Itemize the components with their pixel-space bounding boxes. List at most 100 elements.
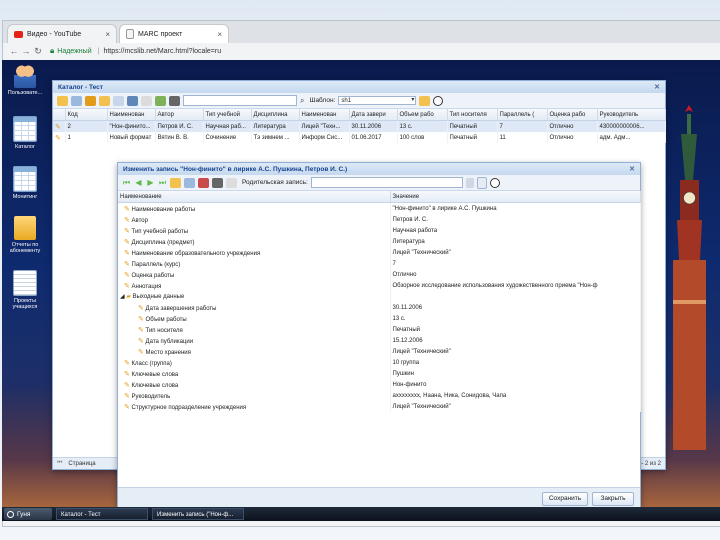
property-value[interactable]: 13 с.	[390, 313, 641, 324]
property-value[interactable]: Петров И. С.	[390, 214, 641, 225]
property-row[interactable]: ✎ Параллель (курс) 7	[118, 258, 641, 269]
forward-icon[interactable]: →	[20, 46, 32, 56]
clock-icon[interactable]	[489, 177, 500, 188]
property-value[interactable]: Лицей "Технический"	[390, 346, 641, 357]
desktop-icon-users[interactable]: Пользовате...	[6, 64, 44, 96]
property-row[interactable]: ✎ Дисциплина (предмет) Литература	[118, 236, 641, 247]
property-value[interactable]: Печатный	[390, 324, 641, 335]
property-value[interactable]: Отлично	[390, 269, 641, 280]
property-value[interactable]: Нон-финито	[390, 379, 641, 390]
property-row[interactable]: ✎ Тип учебной работы Научная работа	[118, 225, 641, 236]
delete-icon[interactable]	[198, 177, 209, 188]
copy-icon[interactable]	[99, 95, 110, 106]
column-header[interactable]: Дисциплина	[251, 109, 300, 121]
property-row[interactable]: ✎ Структурное подразделение учреждения Ли…	[118, 401, 641, 412]
property-row[interactable]: ✎ Автор Петров И. С.	[118, 214, 641, 225]
column-header[interactable]: Дата завери	[349, 109, 398, 121]
tab-youtube[interactable]: Видео - YouTube ×	[7, 24, 117, 43]
browse-icon[interactable]	[476, 176, 487, 189]
property-row[interactable]: ✎ Оценка работы Отлично	[118, 269, 641, 280]
property-value[interactable]: Лицей "Технический"	[390, 401, 641, 412]
save-button[interactable]: Сохранить	[542, 492, 588, 506]
table-row[interactable]: ✎ 2 "Нон-финито... Петров И. С. Научная …	[53, 120, 666, 132]
desktop-icon-catalog[interactable]: Каталог	[6, 116, 44, 150]
taskbar-item-edit[interactable]: Изменить запись ("Нон-ф...	[152, 508, 244, 520]
column-header[interactable]: Наименован	[299, 109, 350, 121]
property-value[interactable]: 7	[390, 258, 641, 269]
column-header[interactable]: Объем рабо	[397, 109, 448, 121]
property-row[interactable]: ✎ Наименование работы "Нон-финито" в лири…	[118, 202, 641, 214]
reload-icon[interactable]: ↻	[32, 46, 44, 57]
property-row[interactable]: ✎ Руководитель ахххххххх, Наана, Ника, Со…	[118, 390, 641, 401]
column-header[interactable]: Тип носителя	[447, 109, 498, 121]
property-row[interactable]: ✎ Ключевые слова Пушкин	[118, 368, 641, 379]
dialog-title-bar[interactable]: Изменить запись "Нон-финито" в лирике А.…	[118, 163, 640, 175]
property-group-row[interactable]: ◢ ▰ Выходные данные	[118, 291, 641, 302]
property-value[interactable]: 10 группа	[390, 357, 641, 368]
tab-marc[interactable]: MARC проект ×	[119, 24, 229, 43]
property-group[interactable]: ◢ ▰ Выходные данные	[118, 291, 391, 302]
parent-record-input[interactable]	[310, 177, 463, 188]
next-record-icon[interactable]: ▶	[146, 178, 155, 187]
close-icon[interactable]: ✕	[654, 83, 660, 91]
folder-icon[interactable]	[419, 95, 431, 106]
archive-icon[interactable]	[127, 95, 138, 106]
property-row[interactable]: ✎ Объем работы 13 с.	[118, 313, 641, 324]
dropdown-icon[interactable]	[465, 177, 474, 188]
properties-icon[interactable]	[141, 95, 152, 106]
property-row[interactable]: ✎ Класс (группа) 10 группа	[118, 357, 641, 368]
settings-icon[interactable]	[226, 177, 237, 188]
property-row[interactable]: ✎ Наименование образовательного учрежден…	[118, 247, 641, 258]
column-header[interactable]: Параллель (	[497, 109, 548, 121]
close-icon[interactable]: ×	[217, 30, 222, 39]
close-icon[interactable]: ✕	[629, 165, 635, 173]
first-page-icon[interactable]: ⏮	[57, 460, 62, 467]
start-button[interactable]: Гуня	[4, 508, 52, 520]
close-button[interactable]: Закрыть	[592, 492, 634, 506]
export-icon[interactable]	[155, 95, 166, 106]
add-record-icon[interactable]	[170, 177, 181, 188]
column-header[interactable]: Код	[65, 109, 108, 121]
back-icon[interactable]: ←	[8, 46, 20, 56]
close-icon[interactable]: ×	[105, 30, 110, 39]
taskbar-item-catalog[interactable]: Каталог - Тест	[56, 508, 148, 520]
property-row[interactable]: ✎ Ключевые слова Нон-финито	[118, 379, 641, 390]
column-header[interactable]: Руководитель	[597, 109, 666, 121]
binoculars-icon[interactable]	[169, 95, 180, 106]
property-value[interactable]: 15.12.2006	[390, 335, 641, 346]
column-header[interactable]: Наименован	[107, 109, 156, 121]
property-value[interactable]: Обзорное исследование использования худо…	[390, 280, 641, 291]
previous-record-icon[interactable]: ◀	[134, 178, 143, 187]
url-field[interactable]: https://mcslib.net/Marc.html?locale=ru	[103, 48, 221, 55]
desktop-icon-reports[interactable]: Отчеты по абонементу	[6, 216, 44, 254]
property-row[interactable]: ✎ Дата завершения работы 30.11.2006	[118, 302, 641, 313]
table-row[interactable]: ✎ 1 Новый формат Вятин В. В. Сочинение Т…	[53, 132, 666, 143]
property-row[interactable]: ✎ Аннотация Обзорное исследование использ…	[118, 280, 641, 291]
edit-icon[interactable]	[85, 95, 96, 106]
column-header[interactable]: Автор	[155, 109, 204, 121]
last-record-icon[interactable]: ⏭	[158, 178, 167, 187]
column-header[interactable]: Тип учебной	[203, 109, 252, 121]
property-value[interactable]: ахххххххх, Наана, Ника, Сонидова, Чапа	[390, 390, 641, 401]
add-child-icon[interactable]	[71, 95, 82, 106]
property-row[interactable]: ✎ Дата публикации 15.12.2006	[118, 335, 641, 346]
search-icon[interactable]: ⌕	[300, 96, 304, 106]
collapse-icon[interactable]: ◢	[120, 294, 125, 300]
grid-icon[interactable]	[212, 177, 223, 188]
column-header[interactable]: Значение	[390, 191, 641, 203]
add-record-icon[interactable]	[57, 95, 68, 106]
property-value[interactable]: Лицей "Технический"	[390, 247, 641, 258]
column-header[interactable]: Оценка рабо	[547, 109, 598, 121]
column-header[interactable]: Наименование	[118, 191, 391, 203]
property-row[interactable]: ✎ Тип носителя Печатный	[118, 324, 641, 335]
property-value[interactable]: Научная работа	[390, 225, 641, 236]
property-value[interactable]: "Нон-финито" в лирике А.С. Пушкина	[390, 202, 641, 214]
desktop-icon-monitoring[interactable]: Монитинг	[6, 166, 44, 200]
desktop-icon-projects[interactable]: Проекты учащихся	[6, 270, 44, 310]
property-value[interactable]: Литература	[390, 236, 641, 247]
property-value[interactable]: Пушкин	[390, 368, 641, 379]
search-input[interactable]	[183, 95, 297, 106]
template-select[interactable]: sh1	[338, 96, 417, 105]
add-child-icon[interactable]	[184, 177, 195, 188]
first-record-icon[interactable]: ⏮	[122, 178, 131, 187]
